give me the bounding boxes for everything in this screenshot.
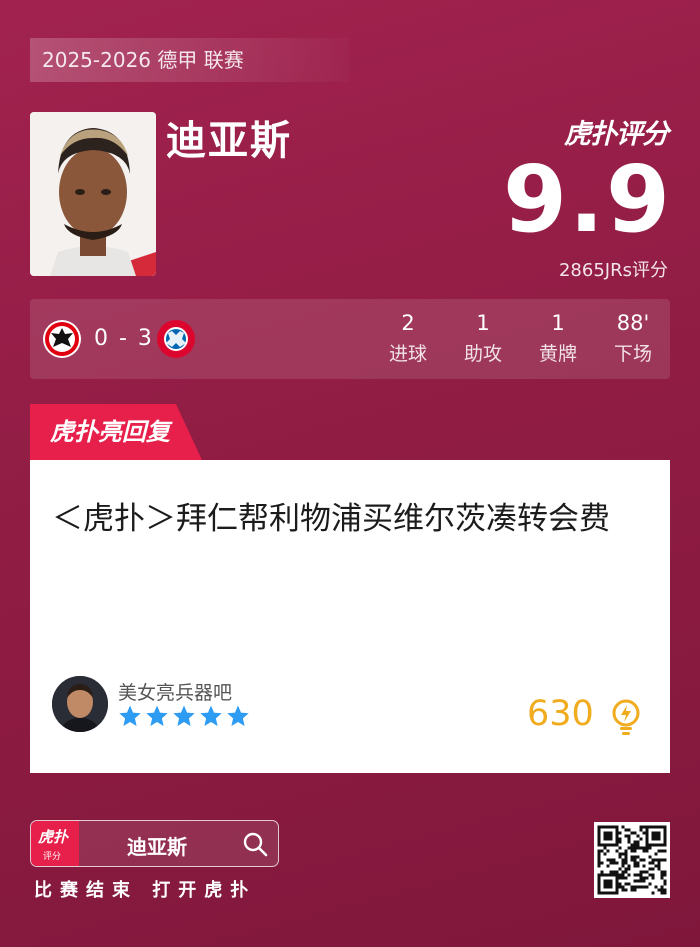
- like-count: 630: [527, 694, 594, 734]
- rating-votes: 2865JRs评分: [558, 260, 668, 281]
- top-reply-tag: 虎扑亮回复: [30, 404, 202, 460]
- search-text: 迪亚斯: [127, 835, 187, 859]
- stat-goals: 2 进球: [373, 311, 443, 366]
- stat-goals-value: 2: [401, 311, 415, 335]
- app-icon-sub: 评分: [43, 852, 62, 862]
- star-icon: [173, 705, 195, 726]
- stat-goals-label: 进球: [388, 343, 427, 365]
- app-icon-text: 虎扑: [38, 828, 69, 846]
- author-photo: [52, 676, 108, 732]
- season-label: 2025-2026 德甲 联赛: [30, 38, 350, 82]
- stat-yellow-value: 1: [551, 311, 565, 335]
- hupu-app-icon: 虎扑 评分: [31, 821, 79, 866]
- player-avatar: [30, 112, 156, 276]
- qr-code-icon: [594, 822, 670, 898]
- stat-assists-label: 助攻: [463, 343, 502, 365]
- author-avatar[interactable]: [52, 676, 108, 732]
- match-score: 0 - 3: [94, 326, 154, 351]
- rating-score: 9.9: [503, 146, 672, 253]
- search-icon[interactable]: [242, 831, 268, 857]
- stat-sub-value: 88': [616, 311, 650, 335]
- stat-sub-label: 下场: [613, 343, 652, 365]
- star-icon: [119, 705, 141, 726]
- star-icon: [227, 705, 249, 726]
- search-box[interactable]: 虎扑 评分 迪亚斯: [30, 820, 279, 867]
- stat-subbed-off: 88' 下场: [598, 311, 668, 366]
- open-app-prompt: 比赛结束 打开虎扑: [34, 880, 257, 901]
- stat-assists: 1 助攻: [448, 311, 518, 366]
- stat-yellow-label: 黄牌: [538, 343, 577, 365]
- player-photo: [30, 112, 156, 276]
- author-stars: [118, 704, 250, 728]
- reply-text: ＜虎扑＞拜仁帮利物浦买维尔茨凑转会费: [52, 501, 610, 537]
- eintracht-frankfurt-crest-icon: [43, 320, 81, 358]
- star-icon: [146, 705, 168, 726]
- reply-card[interactable]: ＜虎扑＞拜仁帮利物浦买维尔茨凑转会费 美女亮兵器吧 630: [30, 460, 670, 773]
- player-name: 迪亚斯: [166, 118, 292, 164]
- bayern-munich-crest-icon: [157, 320, 195, 358]
- lightbulb-icon[interactable]: [610, 698, 642, 738]
- stat-assists-value: 1: [476, 311, 490, 335]
- star-icon: [200, 705, 222, 726]
- stat-yellow-cards: 1 黄牌: [523, 311, 593, 366]
- author-name[interactable]: 美女亮兵器吧: [118, 678, 232, 705]
- match-summary: 0 - 3 2 进球 1 助攻 1 黄牌 88' 下场: [30, 299, 670, 379]
